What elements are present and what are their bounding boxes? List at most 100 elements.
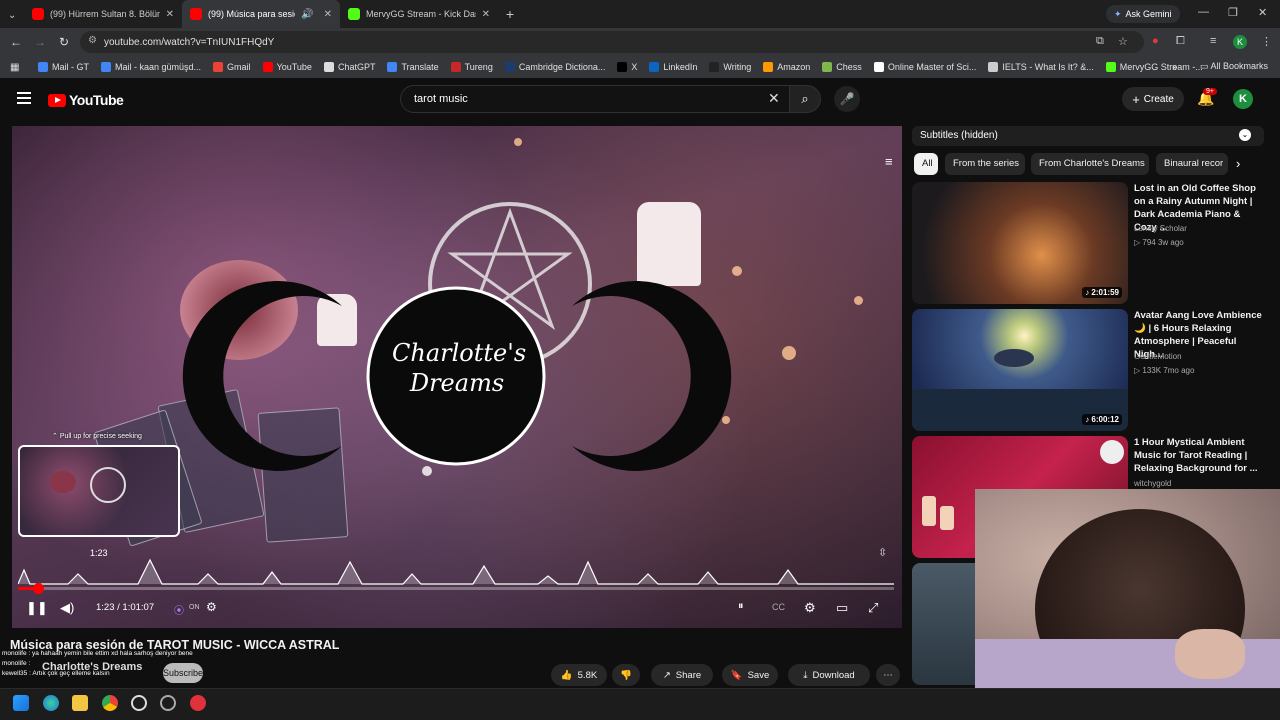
bookmark-item[interactable]: MervyGG Stream -... [1100,62,1209,72]
candle-shape [940,506,954,530]
bookmark-item[interactable]: Mail - kaan gümüşd... [95,62,207,72]
bookmark-item[interactable]: Online Master of Sci... [868,62,983,72]
back-icon[interactable]: ← [4,35,28,49]
subscribe-button[interactable]: Subscribe [163,663,203,683]
menu-icon[interactable] [17,92,31,107]
dislike-button[interactable]: 👎 [612,664,640,686]
tab-close-icon[interactable]: ✕ [482,9,490,20]
tab-search-icon[interactable]: ⌄ [0,5,24,23]
video-player[interactable]: Charlotte's Dreams ≡ ⌃ Pull up for preci… [12,126,902,628]
volume-icon[interactable]: ◀) [60,600,74,616]
save-button[interactable]: 🔖 Save [722,664,778,686]
extension-icon[interactable]: ● [1152,35,1159,47]
chrome-icon[interactable] [102,695,118,711]
bookmark-item[interactable]: Chess [816,62,868,72]
new-tab-button[interactable]: + [498,6,522,22]
expand-chevron-icon[interactable]: ⇳ [878,546,887,559]
recommendation-channel[interactable]: witchygold [1134,479,1171,488]
youtube-logo[interactable]: YouTube [48,92,124,108]
bookmark-item[interactable]: Mail - GT [32,62,95,72]
bookmark-item[interactable]: Amazon [757,62,816,72]
close-window-icon[interactable]: ✕ [1258,6,1267,19]
bookmark-star-icon[interactable]: ☆ [1118,35,1128,48]
autoplay-pause-icon[interactable]: ⏸ [738,600,744,613]
app-icon[interactable] [160,695,176,711]
download-button[interactable]: ⤓ Download [788,664,870,686]
search-button[interactable]: ⌕ [789,85,821,113]
bookmark-item[interactable]: IELTS - What Is It? &... [982,62,1099,72]
create-button[interactable]: + Create [1122,87,1184,111]
recommendation-channel[interactable]: Lonely Scholar [1134,224,1187,233]
more-bookmarks-icon[interactable]: » [1172,62,1178,73]
chip-binaural[interactable]: Binaural recor [1156,153,1228,175]
progress-scrubber[interactable] [33,583,44,594]
profile-avatar[interactable]: K [1233,35,1247,49]
bookmark-favicon-icon [323,62,334,72]
bookmark-item[interactable]: Tureng [445,62,499,72]
search-input[interactable]: tarot music [400,85,790,113]
windows-start-icon[interactable] [13,695,29,711]
chevron-down-icon[interactable]: ⌄ [1239,129,1251,141]
more-actions-button[interactable]: ⋯ [876,664,900,686]
browser-tab-1[interactable]: (99) Hürrem Sultan 8. Bölüm (Fi ✕ [24,0,182,28]
chevron-right-icon[interactable]: › [1236,156,1240,171]
fullscreen-icon[interactable]: ⤢ [868,600,878,616]
like-button[interactable]: 👍 5.8K [551,664,607,686]
record-app-icon[interactable] [190,695,206,711]
autoplay-toggle-icon[interactable]: ⦿ [174,602,184,617]
progress-bar[interactable] [18,587,894,590]
tab-audio-icon[interactable]: 🔊 [301,9,313,20]
pause-icon[interactable]: ❚❚ [26,600,48,616]
bookmark-label: Mail - GT [52,62,89,72]
bookmark-item[interactable]: X [611,62,643,72]
site-info-icon[interactable]: ⚙ [88,35,97,46]
voice-search-button[interactable]: 🎤 [834,86,860,112]
recommendation-thumbnail[interactable] [912,563,982,685]
clear-search-icon[interactable]: ✕ [768,90,780,107]
minimize-icon[interactable]: — [1198,6,1209,18]
bookmark-item[interactable]: Gmail [207,62,257,72]
chip-all[interactable]: All [914,153,938,175]
more-menu-icon[interactable]: ⋮ [1261,35,1272,48]
recommendation-thumbnail[interactable]: ♪ 6:00:12 [912,309,1128,431]
browser-tab-2[interactable]: (99) Música para sesión de 🔊 ✕ [182,0,340,28]
bookmark-item[interactable]: Writing [703,62,757,72]
extensions-puzzle-icon[interactable]: ⧠ [1176,35,1185,48]
settings-gear-icon[interactable]: ⚙ [206,600,217,614]
apps-grid-icon[interactable]: ▦ [10,62,19,73]
gemini-icon: ✦ [1114,8,1122,19]
share-button[interactable]: ↗ Share [651,664,713,686]
all-bookmarks[interactable]: ▭ All Bookmarks [1200,61,1268,72]
chip-from-channel[interactable]: From Charlotte's Dreams [1031,153,1149,175]
edge-icon[interactable] [43,695,59,711]
subtitles-label: Subtitles (hidden) [920,130,998,141]
chip-from-series[interactable]: From the series [945,153,1025,175]
install-app-icon[interactable]: ⧉ [1096,35,1104,48]
recommendation-channel[interactable]: GentleMotion [1134,352,1182,361]
tab-close-icon[interactable]: ✕ [324,9,332,20]
channel-name[interactable]: Charlotte's Dreams [42,661,142,673]
bookmark-item[interactable]: Cambridge Dictiona... [499,62,612,72]
bookmark-favicon-icon [822,62,833,72]
maximize-icon[interactable]: ❐ [1228,6,1238,19]
recommendation-title[interactable]: 1 Hour Mystical Ambient Music for Tarot … [1134,436,1264,475]
quality-settings-icon[interactable]: ⚙ [804,600,816,616]
tab-close-icon[interactable]: ✕ [166,9,174,20]
forward-icon[interactable]: → [28,35,52,49]
bookmark-item[interactable]: Translate [381,62,444,72]
file-explorer-icon[interactable] [72,695,88,711]
captions-icon[interactable]: CC [772,602,785,612]
theater-mode-icon[interactable]: ▭ [836,600,848,616]
recommendation-thumbnail[interactable]: ♪ 2:01:59 [912,182,1128,304]
bookmark-item[interactable]: LinkedIn [643,62,703,72]
account-avatar[interactable]: K [1233,89,1253,109]
chatgpt-icon[interactable] [131,695,147,711]
bookmark-item[interactable]: YouTube [257,62,318,72]
media-control-icon[interactable]: ≡ [1210,35,1216,47]
browser-tab-3[interactable]: MervyGG Stream - Kick Dashbo ✕ [340,0,498,28]
ask-gemini-button[interactable]: ✦ Ask Gemini [1106,5,1180,23]
reload-icon[interactable]: ↻ [52,35,76,49]
bookmark-item[interactable]: ChatGPT [318,62,382,72]
playlist-icon[interactable]: ≡ [885,154,893,169]
address-bar[interactable]: ⚙ youtube.com/watch?v=TnIUN1FHQdY [80,31,1144,53]
